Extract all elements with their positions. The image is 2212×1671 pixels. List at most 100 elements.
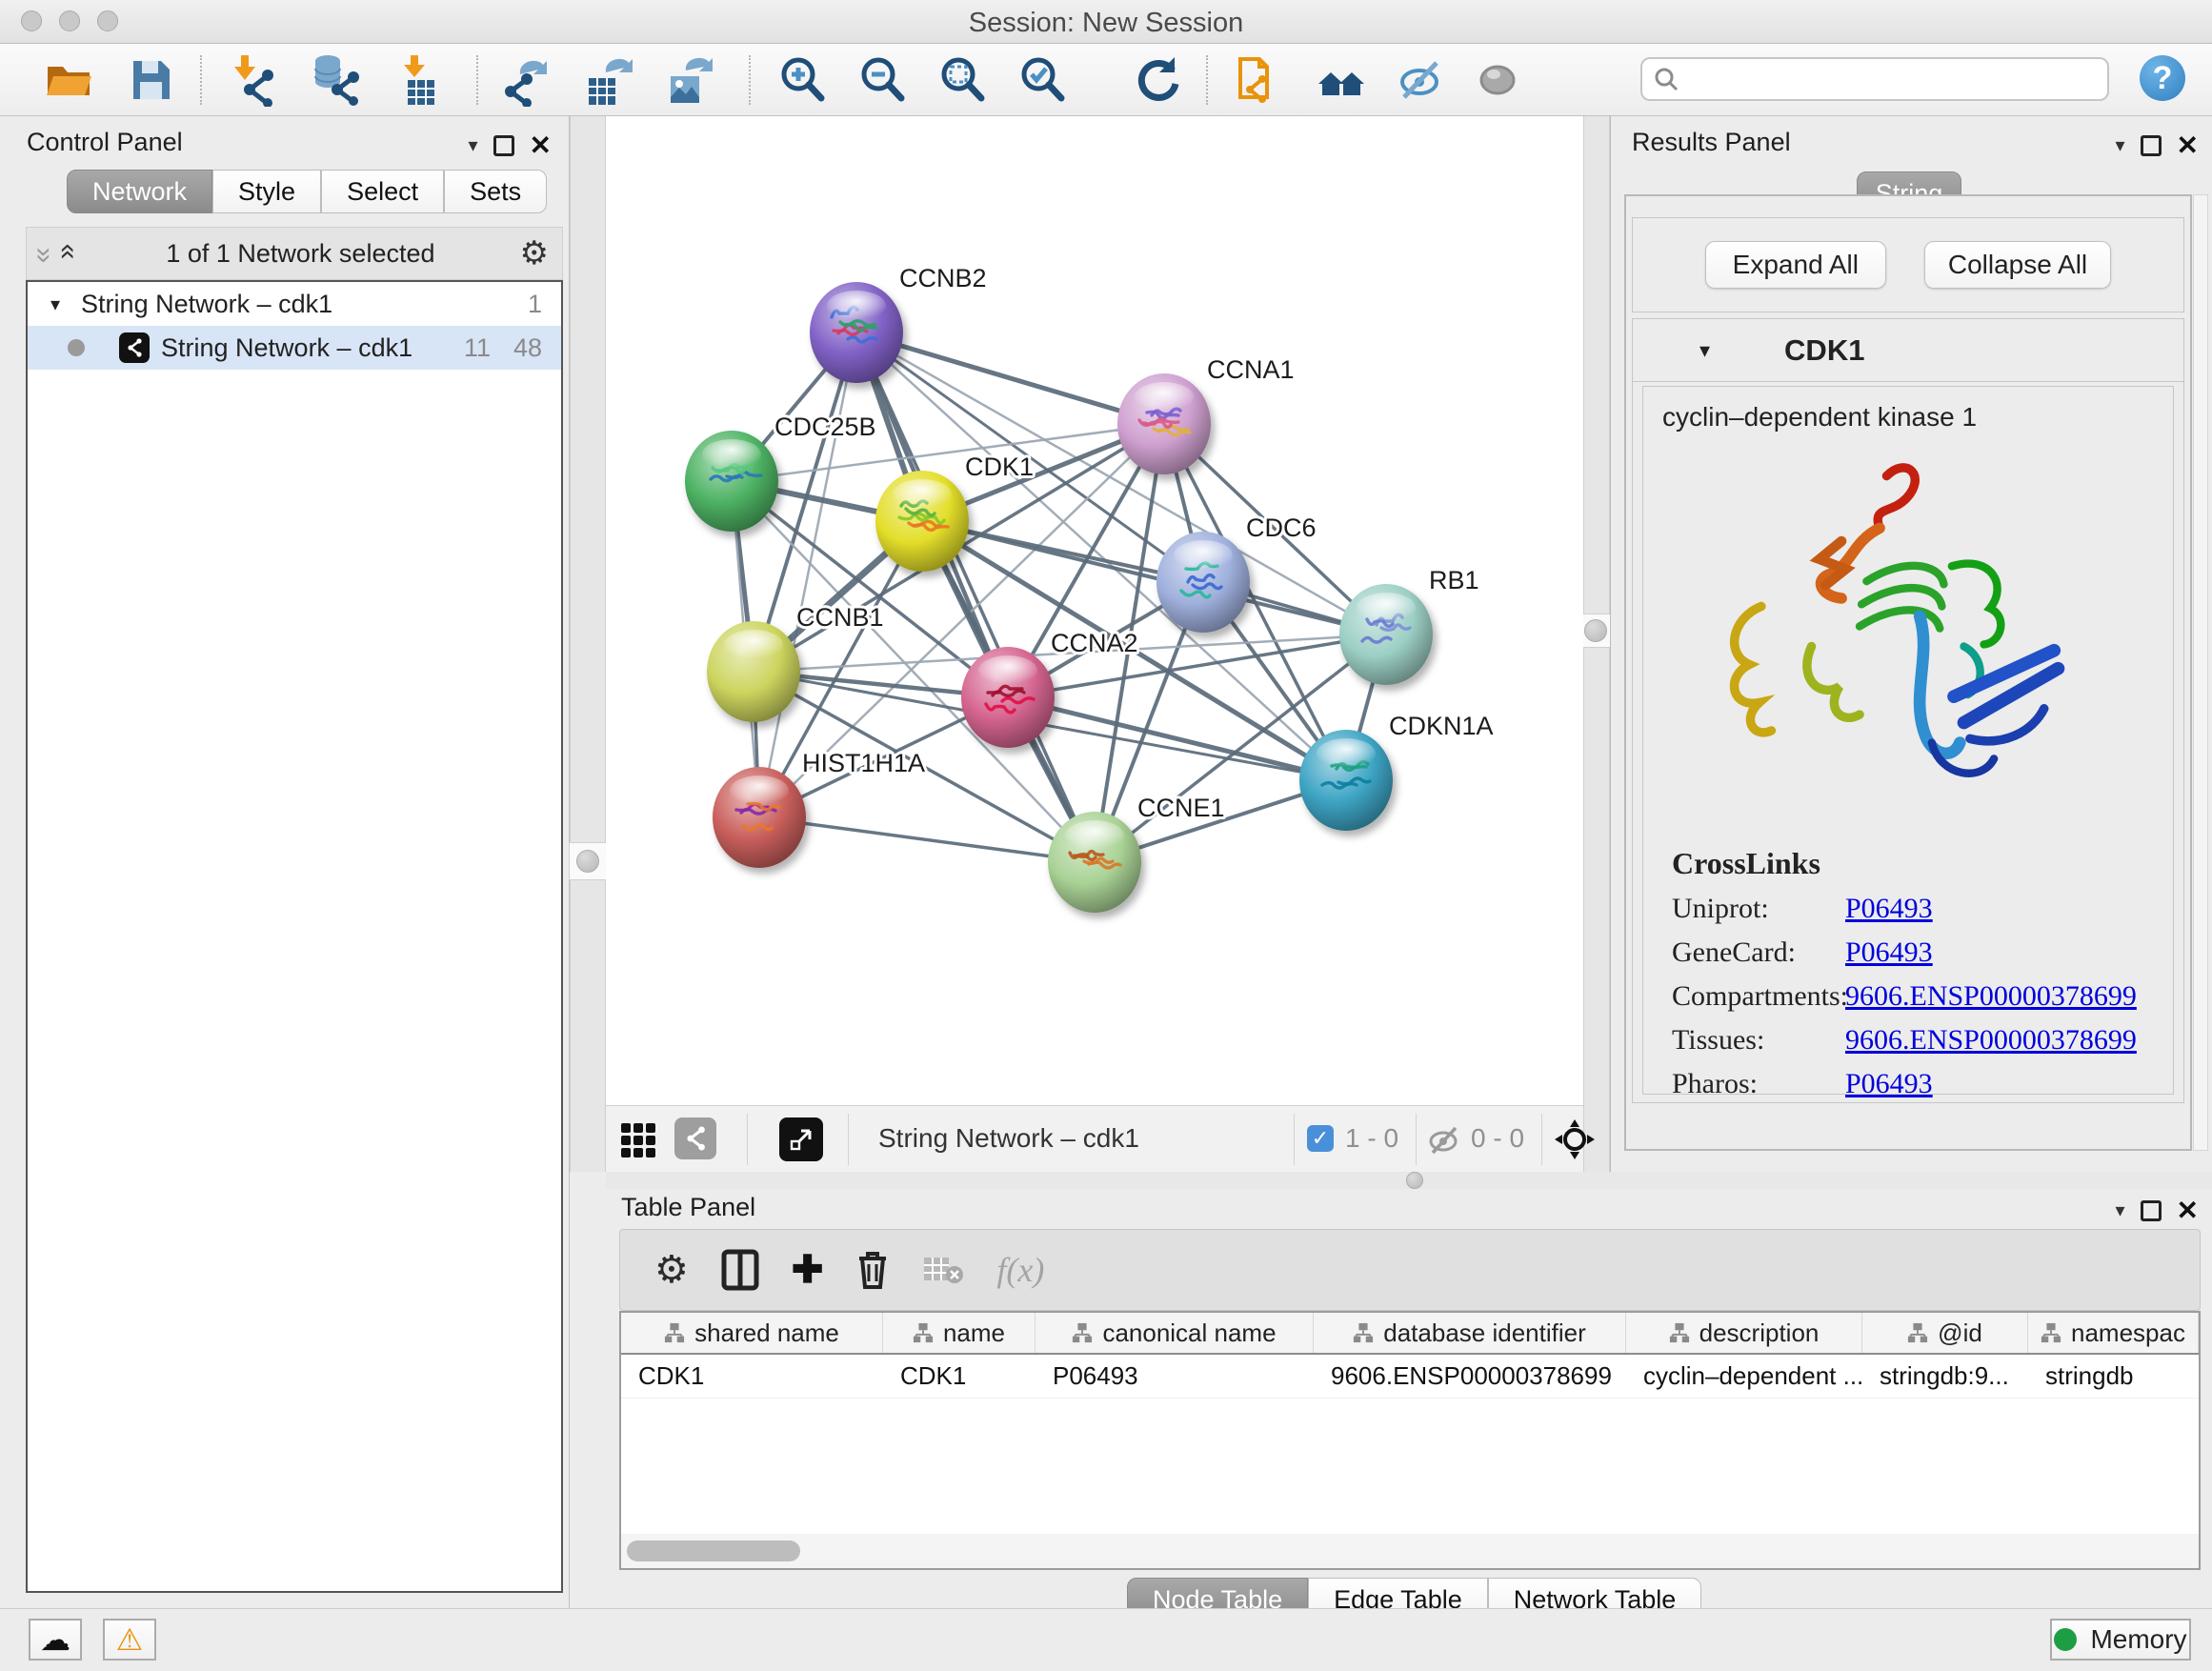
cloud-icon: ☁	[40, 1621, 70, 1658]
panel-float-icon[interactable]	[2141, 135, 2162, 156]
tab-sets[interactable]: Sets	[444, 170, 547, 213]
tab-network[interactable]: Network	[67, 170, 212, 213]
node-CDC6[interactable]: CDC6	[1156, 513, 1317, 633]
crosslink-link[interactable]: 9606.ENSP00000378699	[1845, 1024, 2137, 1057]
birdseye-view-icon[interactable]	[779, 1117, 823, 1161]
column-header-database-identifier[interactable]: database identifier	[1314, 1313, 1626, 1353]
node-position-tool-icon[interactable]	[1553, 1117, 1597, 1161]
column-header-canonical-name[interactable]: canonical name	[1036, 1313, 1314, 1353]
table-cell[interactable]: CDK1	[621, 1355, 883, 1398]
node-CDC25B[interactable]: CDC25B	[685, 413, 876, 532]
table-cell[interactable]: CDK1	[883, 1355, 1036, 1398]
import-table-icon[interactable]	[392, 51, 450, 109]
panel-close-icon[interactable]: ✕	[2177, 130, 2199, 161]
splitter-handle[interactable]	[1406, 1172, 1423, 1189]
edge-CCNE1-HIST1H1A[interactable]	[759, 817, 1095, 862]
zoom-out-icon[interactable]	[854, 51, 911, 109]
delete-column-icon[interactable]	[855, 1249, 890, 1291]
node-CCNA1[interactable]: CCNA1	[1117, 355, 1295, 474]
panel-float-icon[interactable]	[493, 135, 514, 156]
panel-float-icon[interactable]	[2141, 1200, 2162, 1221]
panel-close-icon[interactable]: ✕	[530, 130, 552, 161]
help-icon[interactable]: ?	[2140, 55, 2185, 101]
gear-icon[interactable]: ⚙	[520, 234, 549, 272]
left-splitter[interactable]	[570, 116, 606, 1172]
function-builder-icon[interactable]: f(x)	[996, 1250, 1044, 1290]
node-RB1[interactable]: RB1	[1339, 566, 1479, 685]
horizontal-splitter[interactable]	[606, 1172, 2212, 1189]
node-HIST1H1A[interactable]: HIST1H1A	[713, 749, 925, 868]
column-header-namespac[interactable]: namespac	[2028, 1313, 2199, 1353]
edge-CCNB2-CCNA1[interactable]	[856, 332, 1164, 424]
column-header-@id[interactable]: @id	[1862, 1313, 2028, 1353]
panel-close-icon[interactable]: ✕	[2177, 1195, 2199, 1226]
selected-checkbox-icon[interactable]: ✓	[1307, 1125, 1334, 1152]
show-all-eye-icon[interactable]	[1469, 51, 1526, 109]
crosslink-link[interactable]: P06493	[1845, 1068, 1933, 1100]
string-network-graph[interactable]: CCNB2 CCNA1 CDC25B CDK1 CDC6 RB1	[606, 116, 1583, 1105]
crosslink-link[interactable]: 9606.ENSP00000378699	[1845, 980, 2137, 1013]
crosslink-link[interactable]: P06493	[1845, 893, 1933, 925]
crosslink-link[interactable]: P06493	[1845, 936, 1933, 969]
memory-button[interactable]: Memory	[2050, 1619, 2191, 1661]
panel-collapse-icon[interactable]: ▾	[2115, 1198, 2124, 1222]
panel-collapse-icon[interactable]: ▾	[468, 133, 477, 157]
scrollbar-thumb[interactable]	[627, 1540, 800, 1561]
warnings-button[interactable]: ⚠	[103, 1619, 156, 1661]
tree-expander-icon[interactable]: ▾	[50, 292, 60, 316]
table-cell[interactable]: cyclin–dependent ...	[1626, 1355, 1862, 1398]
table-cell[interactable]: stringdb:9...	[1862, 1355, 2028, 1398]
node-CDKN1A[interactable]: CDKN1A	[1299, 712, 1494, 831]
column-header-shared-name[interactable]: shared name	[621, 1313, 883, 1353]
table-horizontal-scrollbar[interactable]	[621, 1534, 2199, 1568]
edge-CCNB2-CCNE1[interactable]	[856, 332, 1095, 862]
panel-collapse-icon[interactable]: ▾	[2115, 133, 2124, 157]
zoom-fit-icon[interactable]	[934, 51, 991, 109]
import-network-database-icon[interactable]	[307, 51, 364, 109]
splitter-handle[interactable]	[576, 850, 599, 873]
results-scrollbar[interactable]	[2193, 194, 2208, 1151]
search-input[interactable]	[1640, 57, 2109, 101]
hide-selection-eye-icon[interactable]	[1393, 51, 1450, 109]
node-CCNE1[interactable]: CCNE1	[1048, 794, 1225, 913]
entry-expander-icon[interactable]: ▾	[1699, 338, 1710, 363]
tab-select[interactable]: Select	[321, 170, 444, 213]
table-cell[interactable]: P06493	[1036, 1355, 1314, 1398]
column-header-description[interactable]: description	[1626, 1313, 1862, 1353]
export-image-icon[interactable]	[661, 51, 718, 109]
tab-style[interactable]: Style	[212, 170, 321, 213]
collapse-all-button[interactable]: Collapse All	[1924, 241, 2111, 289]
table-row[interactable]: CDK1CDK1P064939606.ENSP00000378699cyclin…	[621, 1355, 2199, 1399]
network-canvas[interactable]: CCNB2 CCNA1 CDC25B CDK1 CDC6 RB1	[606, 116, 1583, 1105]
open-session-icon[interactable]	[40, 51, 97, 109]
edge-CDK1-RB1[interactable]	[922, 521, 1386, 634]
delete-table-icon[interactable]	[922, 1254, 964, 1286]
refresh-icon[interactable]	[1129, 51, 1186, 109]
table-cell[interactable]: 9606.ENSP00000378699	[1314, 1355, 1626, 1398]
show-columns-icon[interactable]	[721, 1249, 759, 1291]
new-session-from-network-icon[interactable]	[1231, 51, 1288, 109]
save-session-icon[interactable]	[122, 51, 179, 109]
edge-CCNB2-HIST1H1A[interactable]	[759, 332, 856, 817]
zoom-selected-icon[interactable]	[1014, 51, 1071, 109]
export-table-icon[interactable]	[581, 51, 638, 109]
network-grid-view-icon[interactable]	[621, 1123, 655, 1158]
node-CCNB1[interactable]: CCNB1	[707, 603, 884, 722]
network-tree-root-row[interactable]: ▾ String Network – cdk1 1	[28, 282, 561, 326]
network-tree-child-row[interactable]: String Network – cdk1 11 48	[28, 326, 561, 370]
table-cell[interactable]: stringdb	[2028, 1355, 2199, 1398]
splitter-handle[interactable]	[1584, 619, 1607, 642]
node-CDK1[interactable]: CDK1	[875, 453, 1034, 572]
table-settings-gear-icon[interactable]: ⚙	[654, 1248, 689, 1292]
expand-all-button[interactable]: Expand All	[1705, 241, 1886, 289]
export-network-icon[interactable]	[499, 51, 556, 109]
zoom-in-icon[interactable]	[774, 51, 831, 109]
right-splitter[interactable]	[1583, 116, 1610, 1172]
cloud-status-button[interactable]: ☁	[29, 1619, 82, 1661]
add-column-icon[interactable]: ✚	[792, 1248, 824, 1292]
import-network-file-icon[interactable]	[223, 51, 280, 109]
column-header-name[interactable]: name	[883, 1313, 1036, 1353]
network-share-icon[interactable]	[674, 1117, 716, 1159]
expand-all-icon[interactable]: »	[50, 248, 82, 260]
home-icon[interactable]	[1313, 51, 1370, 109]
